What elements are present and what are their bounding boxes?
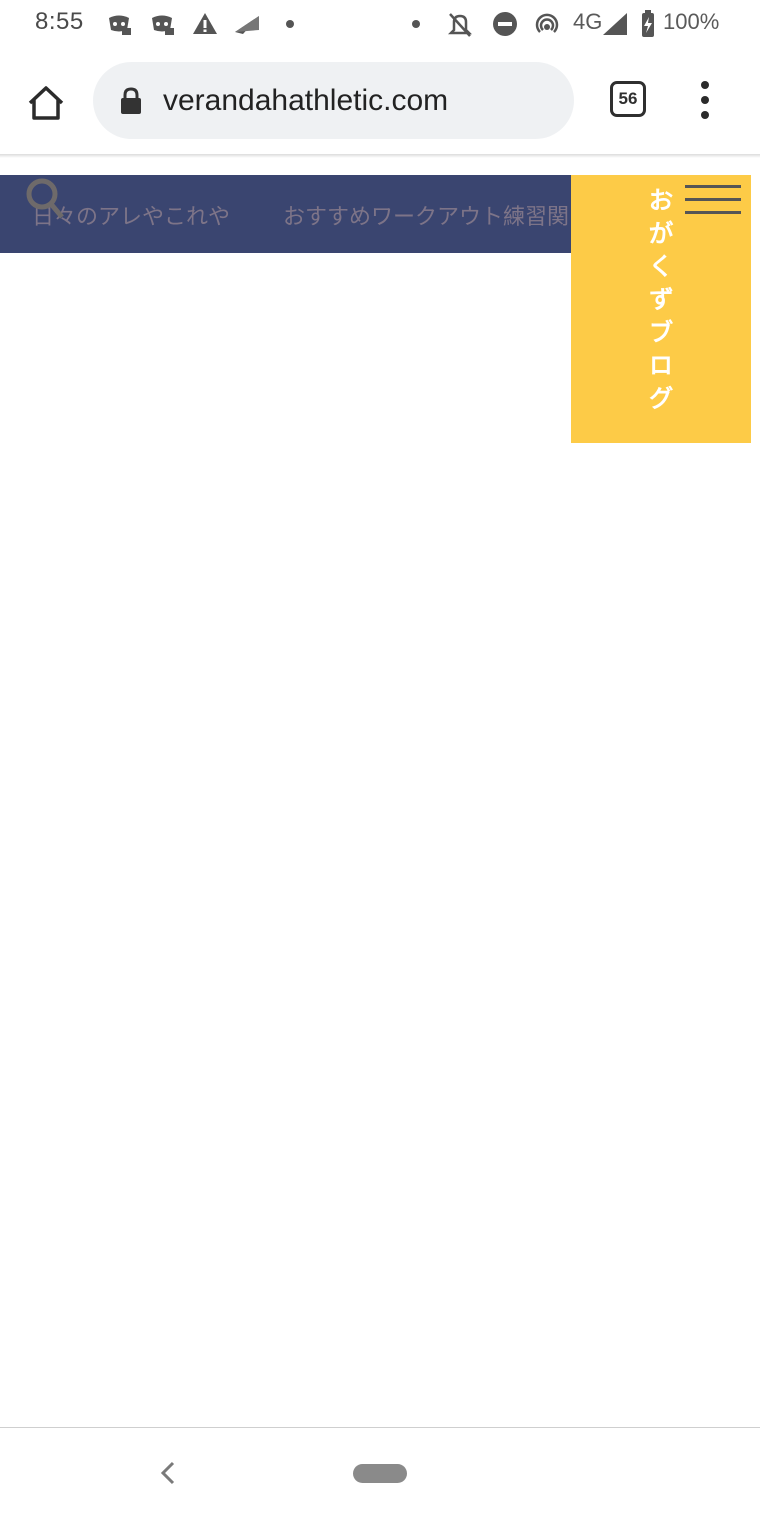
status-bar: 8:55 4G 100% [0,0,760,48]
discord-icon [152,15,174,35]
signal-icon [603,13,627,35]
bell-off-icon [447,13,473,37]
do-not-disturb-icon [493,12,517,36]
site-header-panel: おがくずブログ [571,175,751,443]
hamburger-menu-icon[interactable] [685,185,741,219]
back-icon[interactable] [155,1458,181,1488]
dot-icon [412,20,420,28]
home-icon[interactable] [24,81,68,125]
tab-switcher-button[interactable]: 56 [610,81,646,117]
site-nav-bar: 日々のアレやこれや おすすめワークアウト練習関 [0,175,571,253]
nav-item-workout[interactable]: おすすめワークアウト練習関 [283,199,569,231]
battery-level: 100% [663,9,720,34]
status-time: 8:55 [35,8,84,35]
browser-screen: 8:55 4G 100% verandahathletic.com 56 日々の… [0,0,760,1520]
browser-toolbar: verandahathletic.com 56 [0,50,760,154]
lock-icon [121,87,141,114]
blog-title[interactable]: おがくずブログ [643,187,677,418]
nav-divider [0,1427,760,1428]
search-icon[interactable] [24,177,66,221]
hotspot-icon [535,13,559,33]
battery-charging-icon [642,10,654,37]
toolbar-shadow [0,154,760,158]
network-type: 4G [573,9,603,34]
address-bar[interactable]: verandahathletic.com [93,62,574,139]
more-options-icon[interactable] [695,80,715,120]
home-gesture-pill[interactable] [353,1464,407,1483]
dot-icon [286,20,294,28]
discord-icon [109,15,131,35]
warning-icon [193,13,217,34]
send-icon [235,16,259,34]
url-text: verandahathletic.com [163,84,449,117]
